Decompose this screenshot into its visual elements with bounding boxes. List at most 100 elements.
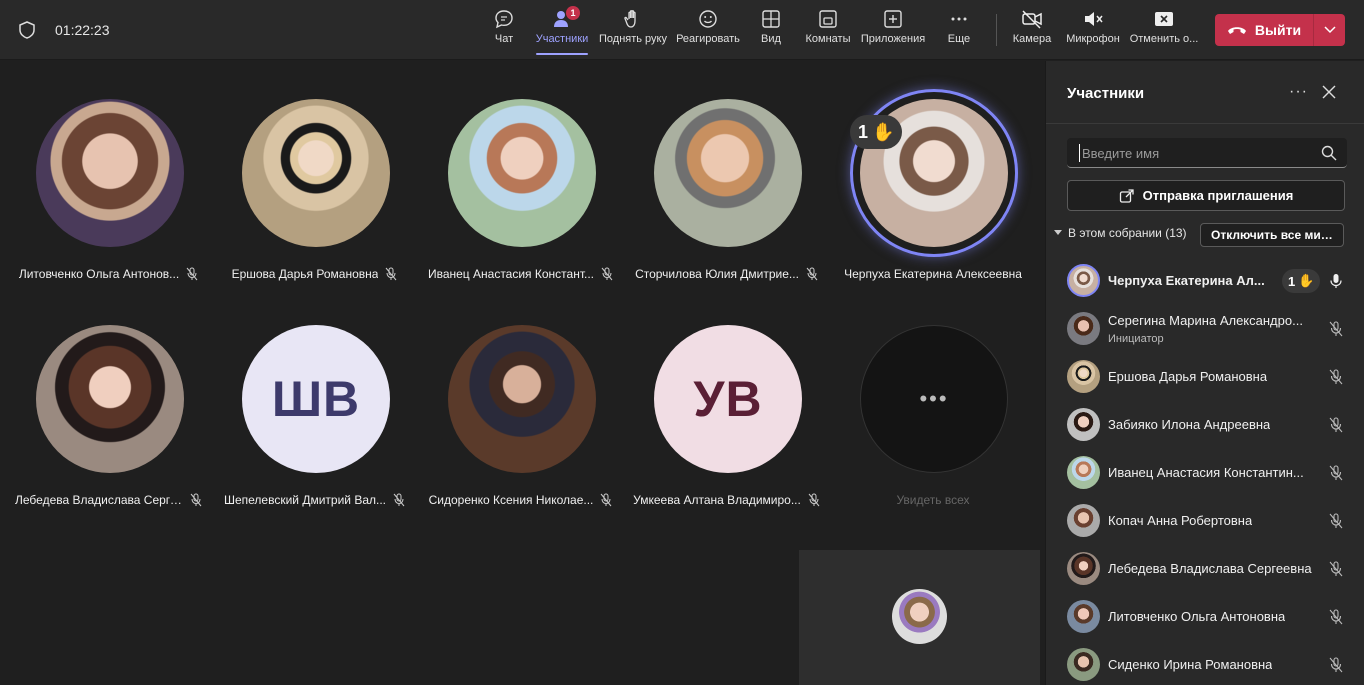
tile-name-row: Лебедева Владислава Серге... [6,493,212,507]
participant-name: Черпуха Екатерина Алексеевна [844,267,1022,281]
participant-row[interactable]: Черпуха Екатерина Ал... 1 ✋ [1046,257,1364,305]
participant-tile[interactable]: Литовченко Ольга Антонов... [6,99,212,319]
stop-share-button[interactable]: Отменить о... [1130,8,1198,54]
in-meeting-section-toggle[interactable]: В этом собрании (13) [1054,226,1187,240]
participant-row[interactable]: Забияко Илона Андреевна [1046,401,1364,449]
leave-button[interactable]: Выйти [1215,14,1313,46]
mic-off-icon [386,267,397,281]
more-icon [951,17,967,21]
avatar [1067,408,1100,441]
mic-off-icon[interactable] [1328,465,1344,481]
participant-row[interactable]: Иванец Анастасия Константин... [1046,449,1364,497]
mic-on-icon[interactable] [1328,273,1344,289]
participant-row[interactable]: Сиденко Ирина Романовна [1046,641,1364,685]
plus-icon [884,10,902,28]
view-button[interactable]: Вид [760,8,782,54]
participant-name: Серегина Марина Александро... [1108,313,1303,328]
rooms-button[interactable]: Комнаты [805,8,851,54]
hand-emoji-icon: ✋ [1298,273,1315,288]
tile-name-row: Умкеева Алтана Владимиро... [624,493,830,507]
avatar [36,325,184,473]
raise-hand-button[interactable]: Поднять руку [598,8,668,54]
shield-icon[interactable] [18,21,36,39]
mic-off-icon[interactable] [1328,657,1344,673]
mic-button[interactable]: Микрофон [1065,8,1121,54]
hand-order: 1 [1288,273,1296,289]
participant-name: Копач Анна Робертовна [1108,513,1253,528]
participant-row[interactable]: Лебедева Владислава Сергеевна [1046,545,1364,593]
mic-off-icon [190,493,202,507]
tile-name-row: Черпуха Екатерина Алексеевна [830,267,1036,281]
participant-row[interactable]: Серегина Марина Александро... Инициатор [1046,305,1364,353]
participant-name: Иванец Анастасия Константин... [1108,465,1304,480]
participants-button[interactable]: 1 Участники [536,6,588,55]
more-button[interactable]: Еще [946,8,972,54]
participant-tile[interactable]: Лебедева Владислава Серге... [6,325,212,545]
participant-name: Шепелевский Дмитрий Вал... [223,493,387,507]
avatar [1067,456,1100,489]
leave-options-button[interactable] [1314,14,1345,46]
see-all-tile[interactable]: ••• Увидеть всех [830,325,1036,545]
participant-name: Иванец Анастасия Констант... [427,267,595,281]
raised-hand-badge: 1 ✋ [1282,269,1321,293]
send-invite-button[interactable]: Отправка приглашения [1067,180,1345,211]
meeting-timer: 01:22:23 [55,22,110,38]
participant-tile[interactable]: Сидоренко Ксения Николае... [418,325,624,545]
avatar [1067,600,1100,633]
react-button[interactable]: Реагировать [676,8,740,54]
participant-row[interactable]: Литовченко Ольга Антоновна [1046,593,1364,641]
apps-button[interactable]: Приложения [860,8,926,54]
search-icon [1321,145,1337,161]
avatar [1067,552,1100,585]
tile-name-row: Сидоренко Ксения Николае... [418,493,624,507]
mic-off-icon[interactable] [1328,369,1344,385]
tile-name-row: Литовченко Ольга Антонов... [6,267,212,281]
participant-tile[interactable]: Ершова Дарья Романовна [212,99,418,319]
see-all-label[interactable]: Увидеть всех [830,493,1036,507]
self-view[interactable] [799,550,1040,685]
participant-tile[interactable]: Сторчилова Юлия Дмитрие... [624,99,830,319]
mic-off-icon[interactable] [1328,321,1344,337]
participants-badge: 1 [566,6,580,20]
toolbar-divider [996,14,997,46]
mic-off-icon [808,493,820,507]
participant-row[interactable]: Ершова Дарья Романовна [1046,353,1364,401]
share-icon [1119,188,1134,203]
participant-tile-raised-hand[interactable]: 1 ✋ Черпуха Екатерина Алексеевна [830,89,1036,319]
avatar [1067,360,1100,393]
close-icon[interactable] [1322,85,1336,99]
mic-off-icon[interactable] [1328,513,1344,529]
react-label: Реагировать [676,33,740,45]
hand-icon [624,10,636,28]
mute-all-button[interactable]: Отключить все мик... [1200,223,1344,247]
participant-name: Литовченко Ольга Антоновна [1108,609,1286,624]
rooms-icon [819,10,837,28]
panel-more-button[interactable]: ··· [1289,83,1308,101]
participant-tile[interactable]: УВ Умкеева Алтана Владимиро... [624,325,830,545]
participant-row[interactable]: Копач Анна Робертовна [1046,497,1364,545]
participant-name: Ершова Дарья Романовна [231,267,379,281]
hand-order: 1 [858,121,869,142]
caret-down-icon [1054,230,1062,235]
more-participants-circle[interactable]: ••• [860,325,1008,473]
mic-label: Микрофон [1066,33,1120,45]
avatar [1067,648,1100,681]
meeting-toolbar: 01:22:23 Чат 1 Участники Поднять руку Ре… [0,0,1364,60]
mic-off-icon[interactable] [1328,417,1344,433]
avatar [1067,264,1100,297]
avatar [448,325,596,473]
search-input[interactable] [1079,144,1309,162]
mic-off-icon[interactable] [1328,609,1344,625]
chat-label: Чат [494,33,514,45]
initials-avatar: УВ [654,325,802,473]
hand-emoji-icon: ✋ [872,121,895,142]
participant-name: Сидоренко Ксения Николае... [428,493,594,507]
participant-tile[interactable]: ШВ Шепелевский Дмитрий Вал... [212,325,418,545]
mic-off-icon[interactable] [1328,561,1344,577]
participants-panel: Участники ··· Отправка приглашения В это… [1045,61,1364,685]
hang-up-icon [1227,27,1246,34]
participant-tile[interactable]: Иванец Анастасия Констант... [418,99,624,319]
camera-button[interactable]: Камера [1012,8,1052,54]
chat-button[interactable]: Чат [490,8,518,54]
mic-off-icon [600,493,612,507]
